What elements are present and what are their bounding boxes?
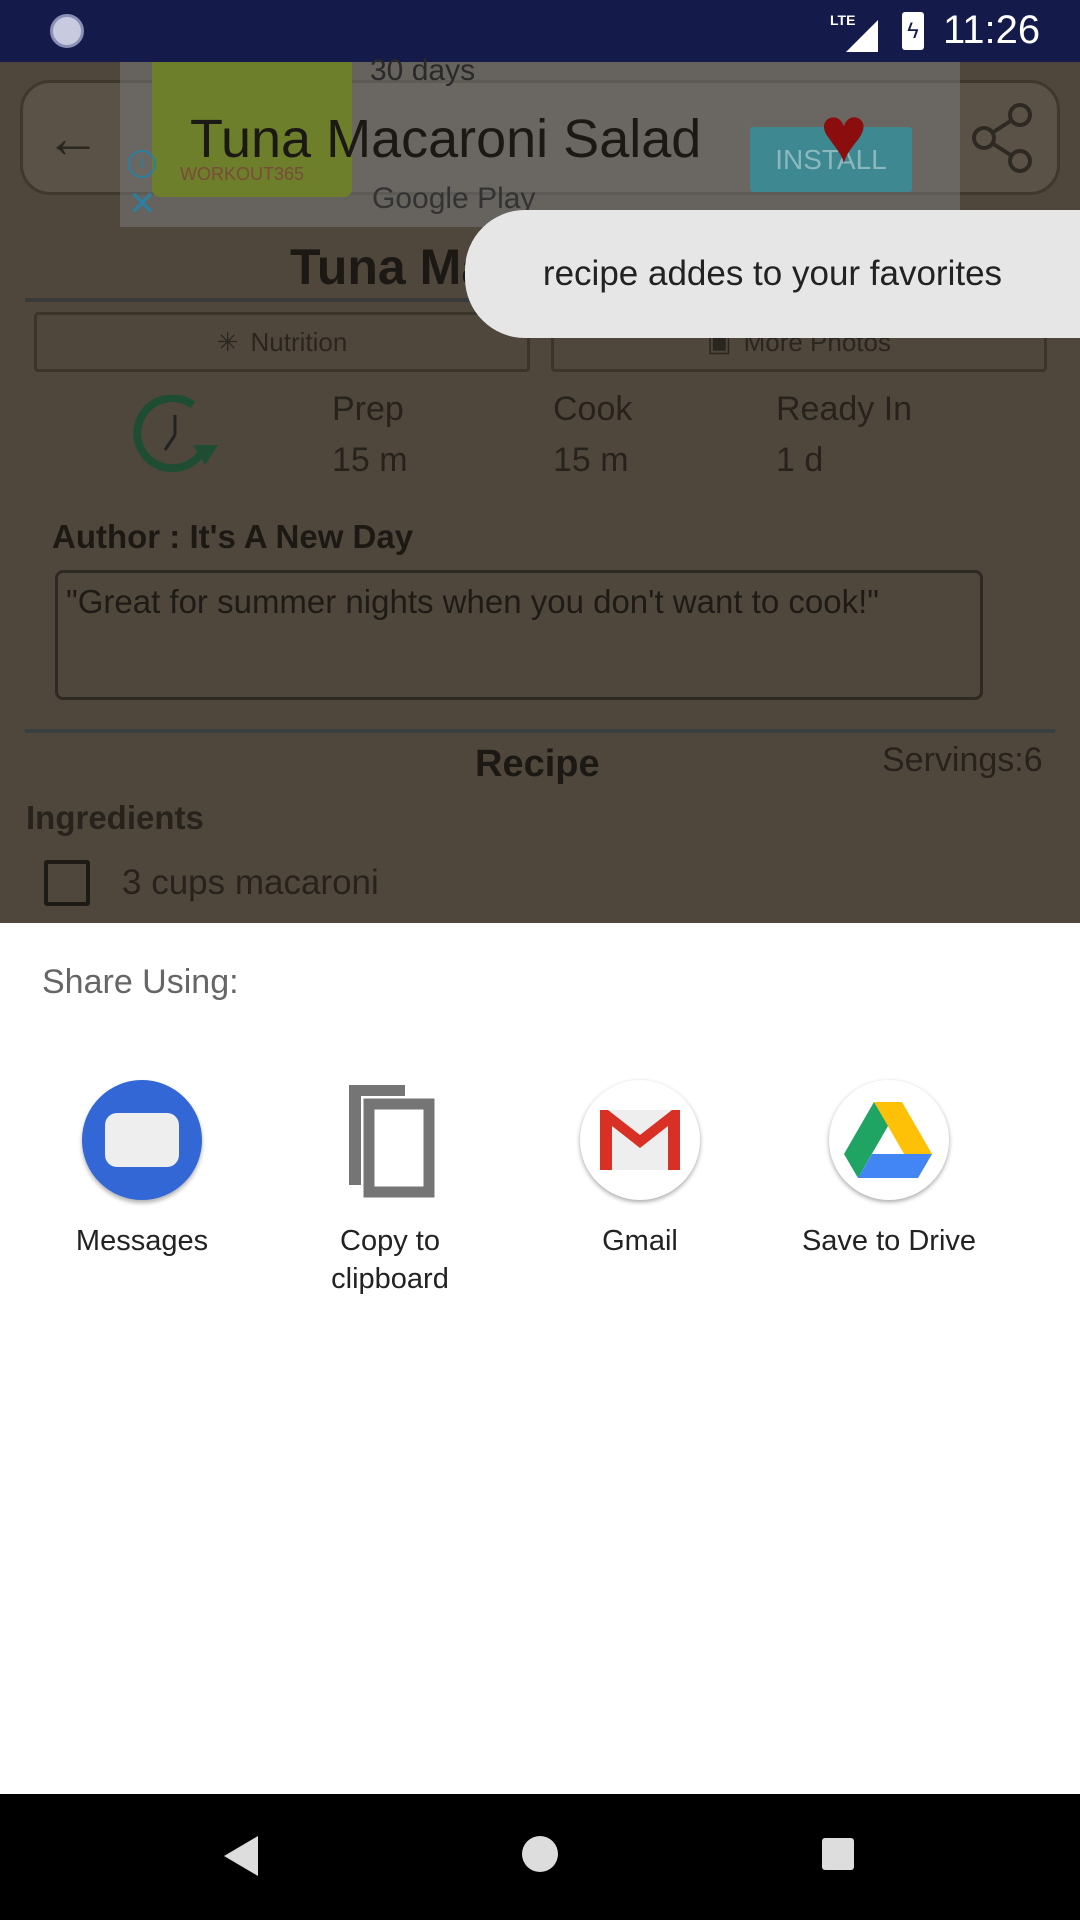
home-nav-icon[interactable] [522,1836,558,1872]
ad-headline: 30 days [370,54,476,87]
share-sheet: Share Using: [0,923,1080,1794]
ingredients-heading: Ingredients [26,799,204,836]
share-target-label: Messages [75,1225,209,1257]
battery-charging-icon: ϟ [902,12,924,50]
gmail-icon [580,1080,700,1200]
lte-signal-icon: LTE [830,12,880,52]
share-target-gmail[interactable]: Gmail [515,1080,765,1260]
cook-time: Cook 15 m [553,390,632,480]
ready-value: 1 d [776,441,824,479]
sync-icon [50,14,84,48]
prep-value: 15 m [332,441,408,479]
drive-icon [829,1080,949,1200]
clock-timer-icon [133,395,218,473]
share-target-label: Gmail [602,1225,678,1257]
share-target-drive[interactable]: Save to Drive [764,1080,1014,1260]
favorite-heart-icon[interactable]: ♥ [820,95,868,175]
copy-icon [330,1080,450,1200]
ingredient-checkbox[interactable] [44,860,90,906]
ready-label: Ready In [776,390,913,428]
app-bar-title: Tuna Macaroni Salad [190,109,702,169]
recipe-heading: Recipe [475,743,600,785]
share-target-label: Save to Drive [801,1225,977,1257]
status-bar: LTE ϟ 11:26 [0,0,1080,62]
tab-nutrition[interactable]: ✳ Nutrition [34,312,530,372]
quote-text: "Great for summer nights when you don't … [66,583,879,620]
nutrition-icon: ✳ [216,326,239,357]
share-target-label: Copy to clipboard [331,1225,449,1295]
ingredient-text: 3 cups macaroni [122,863,379,902]
toast-message: recipe addes to your favorites [542,254,1003,293]
tab-label: Nutrition [250,326,348,357]
cook-value: 15 m [553,441,629,479]
cook-label: Cook [553,390,633,428]
quote-box: "Great for summer nights when you don't … [55,570,983,700]
clock: 11:26 [943,8,1041,52]
toast: recipe addes to your favorites [465,210,1080,338]
ingredient-item[interactable]: 3 cups macaroni [44,860,379,906]
ad-close-icon[interactable]: ✕ [128,184,157,224]
back-button[interactable]: ← [45,105,101,170]
recents-nav-icon[interactable] [822,1838,854,1870]
back-nav-icon[interactable] [222,1834,262,1878]
ready-time: Ready In 1 d [776,390,912,480]
share-icon[interactable] [970,103,1036,173]
section-divider [25,729,1055,733]
prep-label: Prep [332,390,404,428]
ad-info-icon[interactable]: i [128,150,156,178]
messages-icon [82,1080,202,1200]
share-sheet-title: Share Using: [42,963,239,1001]
navigation-bar [0,1794,1080,1920]
share-target-messages[interactable]: Messages [17,1080,267,1260]
share-target-copy[interactable]: Copy to clipboard [265,1080,515,1298]
servings: Servings:6 [882,741,1043,779]
author: Author : It's A New Day [52,518,414,555]
prep-time: Prep 15 m [332,390,408,480]
